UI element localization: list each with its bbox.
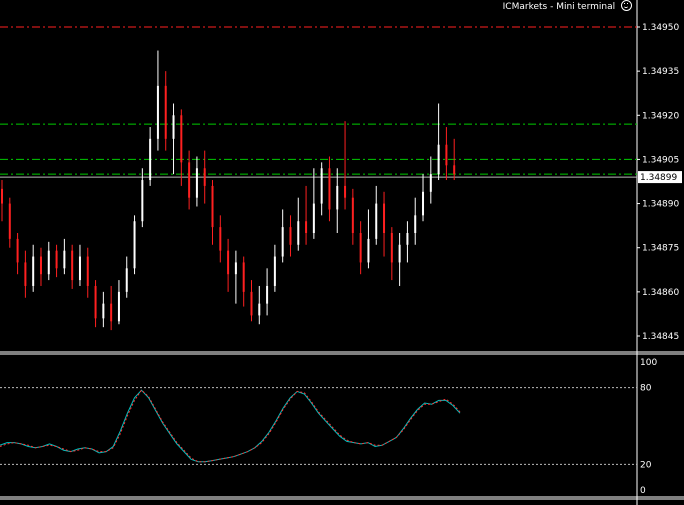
candle-body xyxy=(344,185,347,198)
candle-body xyxy=(351,197,354,233)
price-axis-label: 1.34845 xyxy=(642,332,679,342)
candle-body xyxy=(227,250,230,275)
candle-body xyxy=(32,256,35,286)
candle-body xyxy=(164,85,167,139)
candle-body xyxy=(78,256,81,281)
candle-body xyxy=(180,115,183,163)
candle-body xyxy=(125,268,128,292)
candle-body xyxy=(1,188,3,204)
candle-body xyxy=(445,144,448,166)
candle-body xyxy=(203,168,206,186)
price-axis-label: 1.34860 xyxy=(642,288,679,298)
candle-body xyxy=(305,221,308,233)
candle-body xyxy=(422,191,425,216)
candle-body xyxy=(336,185,339,210)
candle-body xyxy=(242,262,245,292)
oscillator-axis-label: 100 xyxy=(640,358,657,368)
candle-body xyxy=(375,203,378,239)
candle-body xyxy=(289,227,292,245)
candle-body xyxy=(188,162,191,198)
candle-body xyxy=(429,174,432,192)
price-axis-label: 1.34905 xyxy=(642,155,679,165)
candle-body xyxy=(195,168,198,198)
price-axis-label: 1.34875 xyxy=(642,244,679,254)
candle-body xyxy=(328,168,331,210)
oscillator-axis-label: 0 xyxy=(640,486,646,496)
current-price-label: 1.34899 xyxy=(640,173,677,183)
candle-body xyxy=(172,115,175,139)
candle-body xyxy=(281,227,284,257)
candle-body xyxy=(453,165,456,175)
candle-body xyxy=(398,244,401,263)
candle-body xyxy=(102,303,105,319)
candle-body xyxy=(86,256,89,286)
candle-body xyxy=(250,291,253,316)
candle-body xyxy=(273,256,276,286)
candle-body xyxy=(156,85,159,139)
candle-body xyxy=(8,203,11,239)
oscillator-series-line xyxy=(0,389,461,463)
candle-body xyxy=(320,168,323,204)
chart-canvas[interactable]: 1.34950 1.34935 1.34920 1.34905 1.34890 1.348… xyxy=(0,0,684,505)
candle-body xyxy=(71,250,74,281)
candle-body xyxy=(24,262,27,286)
candle-body xyxy=(55,250,58,269)
candle-body xyxy=(266,285,269,304)
oscillator-axis-label: 20 xyxy=(640,460,652,470)
candle-body xyxy=(359,233,362,263)
candle-body xyxy=(141,180,144,222)
candle-body xyxy=(414,215,417,233)
candle-body xyxy=(437,144,440,175)
candle-body xyxy=(47,250,50,275)
candle-body xyxy=(94,285,97,319)
candle-body xyxy=(258,303,261,316)
price-axis-label: 1.34935 xyxy=(642,67,679,77)
candle-body xyxy=(219,227,222,251)
candle-body xyxy=(117,291,120,322)
candle-body xyxy=(312,203,315,233)
candle-body xyxy=(367,238,370,263)
price-axis-label: 1.34920 xyxy=(642,111,679,121)
candle-body xyxy=(16,238,19,263)
oscillator-axis-label: 80 xyxy=(640,384,652,394)
candle-body xyxy=(63,250,66,269)
candle-body xyxy=(234,262,237,275)
price-axis-label: 1.34950 xyxy=(642,23,679,33)
price-axis-label: 1.34890 xyxy=(642,200,679,210)
candle-body xyxy=(383,203,386,233)
candle-body xyxy=(406,233,409,245)
candle-body xyxy=(390,233,393,263)
candle-body xyxy=(110,303,113,322)
candle-body xyxy=(297,221,300,245)
candle-body xyxy=(149,138,152,181)
candle-body xyxy=(133,221,136,269)
candle-body xyxy=(211,185,214,228)
candle-body xyxy=(39,256,42,275)
